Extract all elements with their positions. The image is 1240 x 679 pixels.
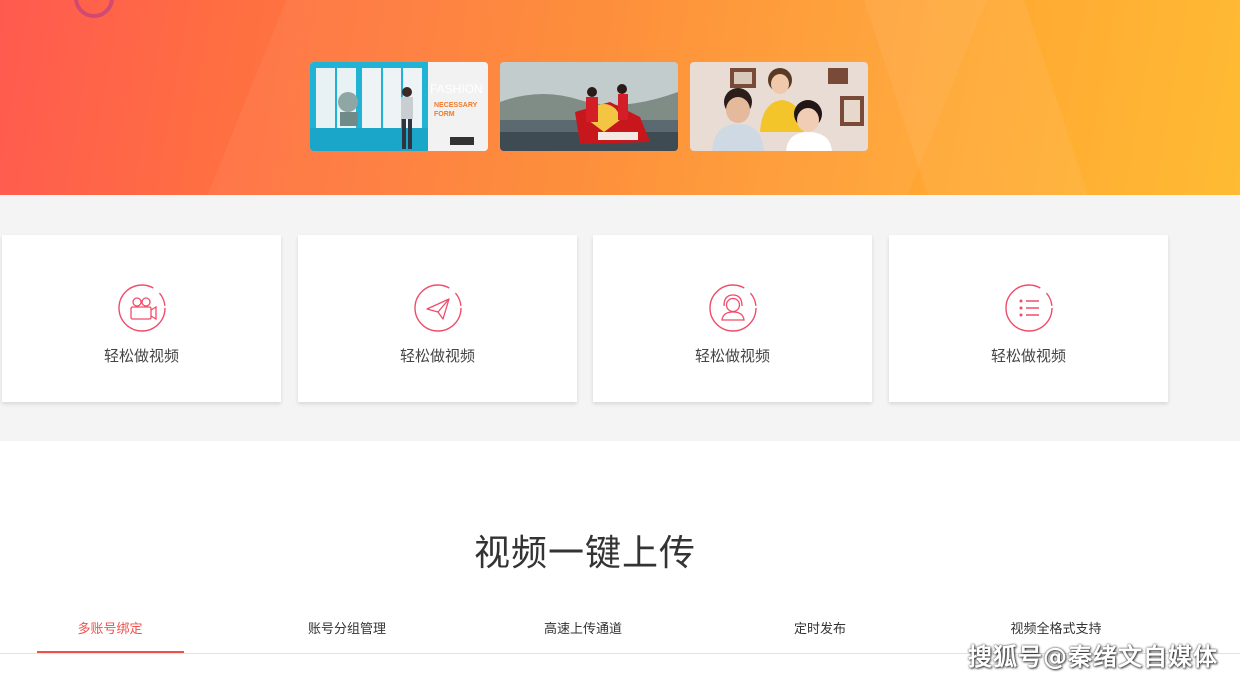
tab-scheduled-publish[interactable]: 定时发布 (720, 618, 920, 637)
active-tab-indicator (37, 651, 184, 653)
feature-card-label: 轻松做视频 (694, 347, 770, 365)
feature-card-label: 轻松做视频 (399, 347, 475, 365)
feature-card-label: 轻松做视频 (990, 347, 1066, 365)
feature-card[interactable]: 轻松做视频 (2, 235, 281, 402)
ring-decor-icon (74, 0, 114, 18)
fashion-text: FASHION (430, 82, 483, 96)
feature-card-label: 轻松做视频 (103, 347, 179, 365)
tab-fast-upload[interactable]: 高速上传通道 (483, 618, 683, 637)
paper-plane-icon (413, 283, 463, 333)
tab-all-formats[interactable]: 视频全格式支持 (956, 618, 1156, 637)
user-headset-icon (708, 283, 758, 333)
team-photo (690, 62, 868, 151)
list-icon (1004, 283, 1054, 333)
feature-cards-band: 轻松做视频 轻松做视频 轻松做视频 轻松做视频 (0, 195, 1240, 441)
feature-card[interactable]: 轻松做视频 (298, 235, 577, 402)
thumbnail-fashion[interactable]: FASHION NECESSARY FORM (310, 62, 488, 151)
feature-card[interactable]: 轻松做视频 (889, 235, 1168, 402)
thumbnail-team[interactable] (690, 62, 868, 151)
watermark: 搜狐号@秦绪文自媒体 (968, 643, 1218, 671)
tab-account-group[interactable]: 账号分组管理 (247, 618, 447, 637)
video-camera-icon (117, 283, 167, 333)
thumbnail-hanfu[interactable] (500, 62, 678, 151)
hanfu-photo (500, 62, 678, 151)
feature-card[interactable]: 轻松做视频 (593, 235, 872, 402)
section-title: 视频一键上传 (473, 533, 696, 574)
form-text: FORM (434, 111, 455, 118)
necessary-text: NECESSARY (434, 102, 478, 109)
fashion-photo: FASHION NECESSARY FORM (310, 62, 488, 151)
hero-banner: FASHION NECESSARY FORM (0, 0, 1240, 195)
tab-multi-account[interactable]: 多账号绑定 (10, 618, 210, 637)
